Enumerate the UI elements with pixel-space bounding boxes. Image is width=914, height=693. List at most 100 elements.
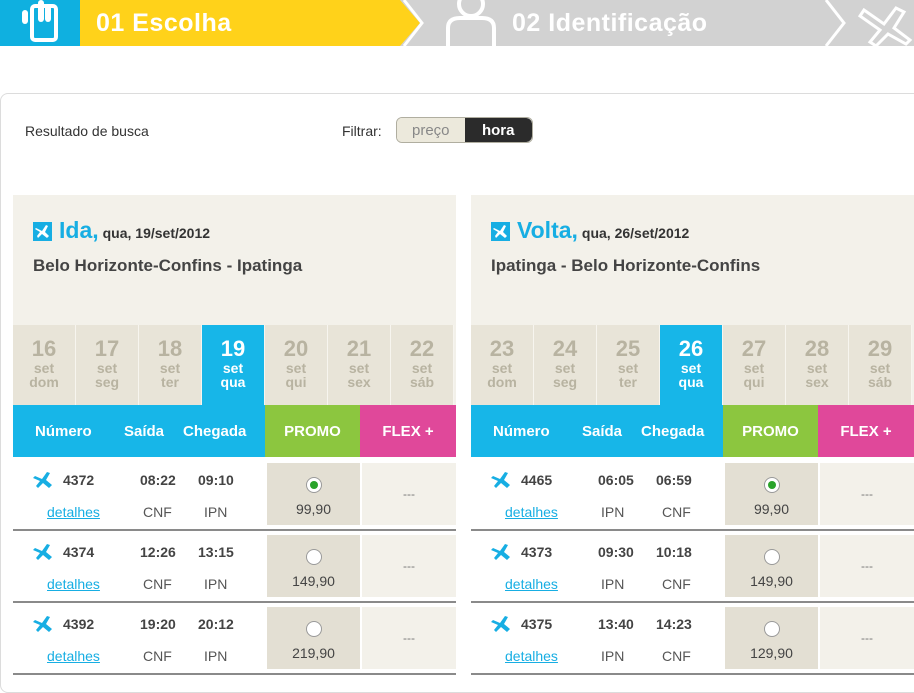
- flight-number: 4372: [63, 472, 95, 488]
- date-option[interactable]: 18 set ter: [139, 325, 202, 405]
- flight-row: 4373 detalhes 09:30 10:18 IPN CNF 149,90…: [471, 531, 914, 603]
- fare-radio[interactable]: [306, 549, 322, 565]
- fare-radio[interactable]: [764, 549, 780, 565]
- flex-fare-cell: ---: [362, 535, 456, 597]
- column-arrival: Chegada: [183, 423, 247, 440]
- flight-row: 4392 detalhes 19:20 20:12 CNF IPN 219,90…: [13, 603, 456, 675]
- departure-time: 08:22: [140, 472, 176, 488]
- direction-title: Volta, qua, 26/set/2012: [517, 217, 690, 243]
- date-option[interactable]: 24 set seg: [534, 325, 597, 405]
- departure-time: 12:26: [140, 544, 176, 560]
- promo-fare-cell[interactable]: 149,90: [267, 535, 360, 597]
- date-option[interactable]: 20 set qui: [265, 325, 328, 405]
- flex-fare-cell: ---: [820, 607, 914, 669]
- fare-radio[interactable]: [764, 477, 780, 493]
- flight-row: 4372 detalhes 08:22 09:10 CNF IPN 99,90 …: [13, 459, 456, 531]
- airplane-icon: [33, 616, 52, 632]
- column-departure: Saída: [582, 423, 623, 440]
- chevron-right-icon: [824, 0, 846, 46]
- flight-number: 4374: [63, 544, 95, 560]
- return-panel: Volta, qua, 26/set/2012 Ipatinga - Belo H…: [471, 195, 914, 685]
- flex-fare-cell: ---: [362, 607, 456, 669]
- filter-time-option[interactable]: hora: [464, 118, 532, 142]
- details-link[interactable]: detalhes: [47, 504, 100, 520]
- date-option-selected[interactable]: 26 set qua: [660, 325, 723, 405]
- fare-radio[interactable]: [306, 621, 322, 637]
- details-link[interactable]: detalhes: [47, 576, 100, 592]
- flight-row: 4375 detalhes 13:40 14:23 IPN CNF 129,90…: [471, 603, 914, 675]
- flex-fare-cell: ---: [820, 463, 914, 525]
- airplane-icon: [491, 544, 510, 560]
- promo-fare-cell[interactable]: 129,90: [725, 607, 818, 669]
- date-selector: 16 set dom 17 set seg 18 set ter 19 set qua 20 se…: [13, 325, 456, 405]
- details-link[interactable]: detalhes: [505, 576, 558, 592]
- airplane-icon: [33, 222, 52, 241]
- arrival-time: 14:23: [656, 616, 692, 632]
- date-option[interactable]: 28 set sex: [786, 325, 849, 405]
- arrival-time: 10:18: [656, 544, 692, 560]
- date-option[interactable]: 17 set seg: [76, 325, 139, 405]
- date-option[interactable]: 25 set ter: [597, 325, 660, 405]
- details-link[interactable]: detalhes: [47, 648, 100, 664]
- outbound-panel: Ida, qua, 19/set/2012 Belo Horizonte-Conf…: [13, 195, 456, 685]
- departure-time: 19:20: [140, 616, 176, 632]
- fare-radio[interactable]: [764, 621, 780, 637]
- person-icon: [446, 0, 496, 46]
- date-option[interactable]: 21 set sex: [328, 325, 391, 405]
- departure-airport: IPN: [601, 576, 625, 592]
- promo-price: 99,90: [295, 501, 332, 517]
- date-selector: 23 set dom 24 set seg 25 set ter 26 set qua 27 se…: [471, 325, 914, 405]
- column-flex: FLEX +: [360, 405, 456, 457]
- date-option[interactable]: 27 set qui: [723, 325, 786, 405]
- arrival-time: 13:15: [198, 544, 234, 560]
- flight-row: 4374 detalhes 12:26 13:15 CNF IPN 149,90…: [13, 531, 456, 603]
- airplane-icon: [33, 544, 52, 560]
- airplane-icon: [491, 472, 510, 488]
- details-link[interactable]: detalhes: [505, 648, 558, 664]
- airplane-icon: [491, 616, 510, 632]
- table-header: Número Saída Chegada PROMO FLEX +: [13, 405, 456, 457]
- date-option-selected[interactable]: 19 set qua: [202, 325, 265, 405]
- flight-number: 4465: [521, 472, 553, 488]
- airplane-icon: [33, 472, 52, 488]
- departure-time: 13:40: [598, 616, 634, 632]
- date-option[interactable]: 23 set dom: [471, 325, 534, 405]
- direction-date: qua, 19/set/2012: [102, 225, 211, 241]
- promo-price: 219,90: [292, 645, 335, 661]
- details-link[interactable]: detalhes: [505, 504, 558, 520]
- fare-radio[interactable]: [306, 477, 322, 493]
- route-label: Ipatinga - Belo Horizonte-Confins: [491, 256, 761, 275]
- step-1-choose[interactable]: 01 Escolha: [0, 0, 420, 46]
- filter-price-option[interactable]: preço: [397, 118, 465, 142]
- arrival-time: 09:10: [198, 472, 234, 488]
- airplane-icon: [491, 222, 510, 241]
- arrival-airport: IPN: [204, 648, 228, 664]
- promo-price: 149,90: [292, 573, 335, 589]
- flex-fare-cell: ---: [820, 535, 914, 597]
- direction-date: qua, 26/set/2012: [581, 225, 690, 241]
- column-departure: Saída: [124, 423, 165, 440]
- promo-fare-cell[interactable]: 149,90: [725, 535, 818, 597]
- date-option[interactable]: 29 set sáb: [849, 325, 912, 405]
- filter-toggle: preço hora: [396, 117, 533, 143]
- outbound-header: Ida, qua, 19/set/2012 Belo Horizonte-Conf…: [13, 195, 456, 325]
- promo-fare-cell[interactable]: 99,90: [725, 463, 818, 525]
- column-promo: PROMO: [723, 405, 818, 457]
- departure-airport: CNF: [143, 648, 172, 664]
- promo-price: 99,90: [753, 501, 790, 517]
- promo-fare-cell[interactable]: 219,90: [267, 607, 360, 669]
- date-option[interactable]: 22 set sáb: [391, 325, 454, 405]
- promo-price: 129,90: [750, 645, 793, 661]
- search-result-label: Resultado de busca: [25, 123, 149, 139]
- flight-number: 4375: [521, 616, 553, 632]
- promo-fare-cell[interactable]: 99,90: [267, 463, 360, 525]
- step-2-label[interactable]: 02 Identificação: [512, 9, 708, 38]
- date-option[interactable]: 16 set dom: [13, 325, 76, 405]
- arrival-airport: IPN: [204, 576, 228, 592]
- flight-number: 4392: [63, 616, 95, 632]
- table-header: Número Saída Chegada PROMO FLEX +: [471, 405, 914, 457]
- column-number: Número: [493, 423, 550, 440]
- steps-bar: 01 Escolha 02 Identificação: [0, 0, 914, 46]
- flight-row: 4465 detalhes 06:05 06:59 IPN CNF 99,90 …: [471, 459, 914, 531]
- flight-number: 4373: [521, 544, 553, 560]
